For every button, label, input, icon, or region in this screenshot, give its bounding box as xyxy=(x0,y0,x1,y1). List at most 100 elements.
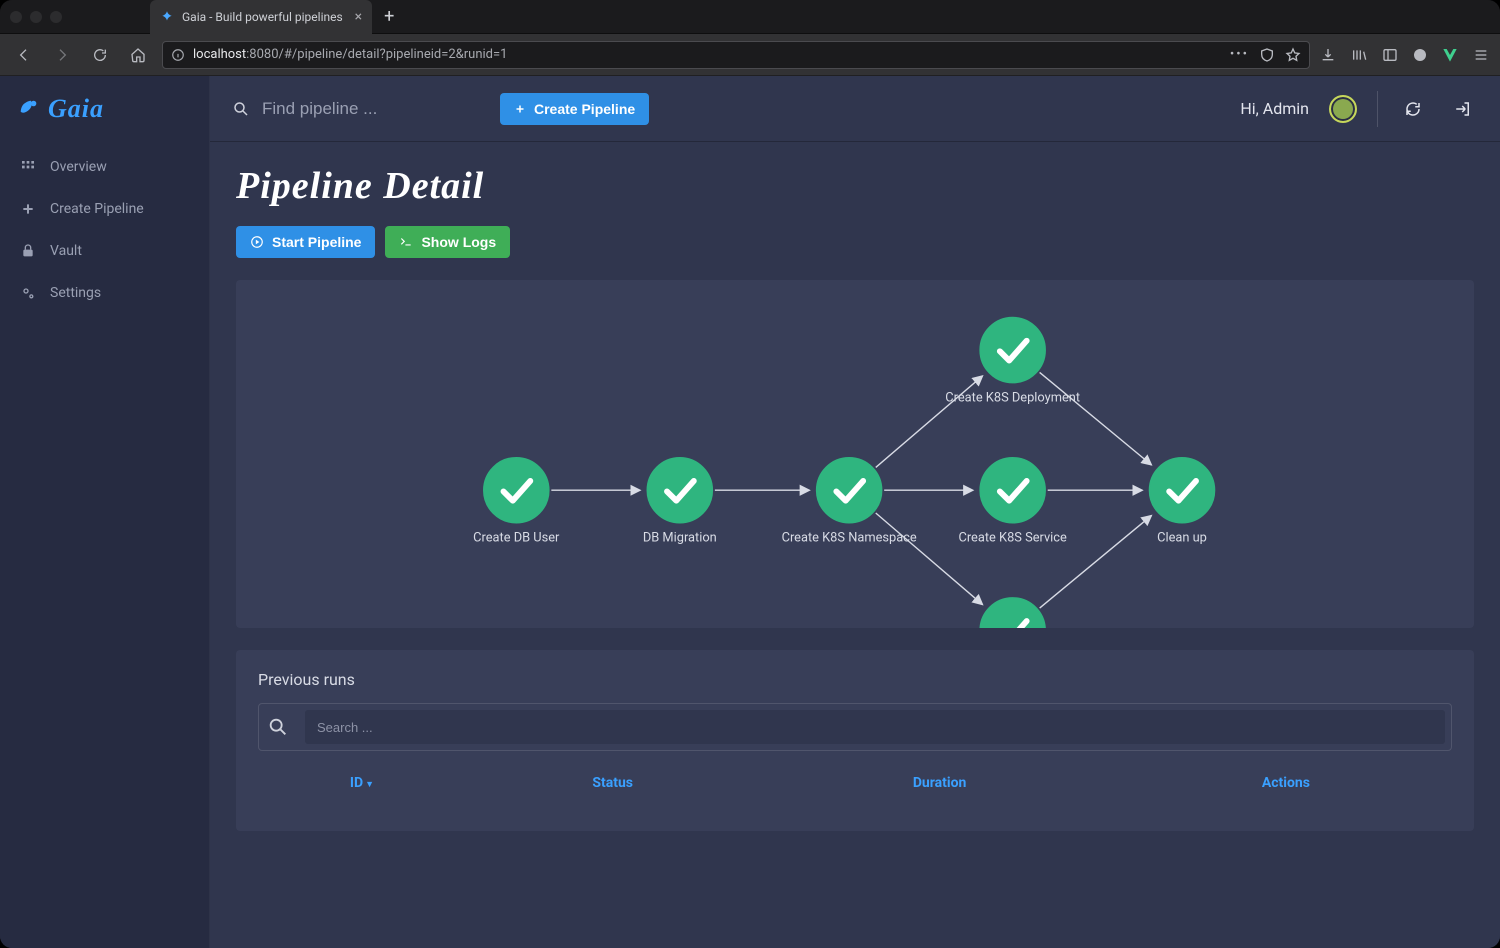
os-titlebar: Gaia - Build powerful pipelines × + xyxy=(0,0,1500,34)
window-controls[interactable] xyxy=(10,11,90,23)
refresh-icon xyxy=(1404,100,1422,118)
runs-search xyxy=(258,703,1452,751)
traffic-close[interactable] xyxy=(10,11,22,23)
divider xyxy=(1377,91,1378,127)
button-label: Create Pipeline xyxy=(534,101,635,117)
pipeline-node-label: DB Migration xyxy=(643,531,717,546)
gears-icon xyxy=(20,285,36,301)
arrow-left-icon xyxy=(16,47,32,63)
download-icon[interactable] xyxy=(1320,47,1336,63)
info-icon xyxy=(171,48,185,62)
url-text: localhost:8080/#/pipeline/detail?pipelin… xyxy=(193,47,507,62)
col-actions[interactable]: Actions xyxy=(1120,765,1452,801)
sidebar-item-create-pipeline[interactable]: Create Pipeline xyxy=(0,188,209,230)
info-solid-icon[interactable] xyxy=(1412,47,1428,63)
sidebar-item-settings[interactable]: Settings xyxy=(0,272,209,314)
url-path: /#/pipeline/detail?pipelineid=2&runid=1 xyxy=(279,47,508,62)
main: Create Pipeline Hi, Admin xyxy=(210,76,1500,948)
pipeline-node[interactable]: Clean up xyxy=(1149,458,1214,546)
pipeline-node[interactable]: Create DB User xyxy=(473,458,560,546)
logout-icon xyxy=(1454,100,1472,118)
star-icon[interactable] xyxy=(1285,47,1301,63)
more-icon[interactable]: ••• xyxy=(1230,47,1249,63)
pipeline-node-label: Create K8S Namespace xyxy=(782,531,917,546)
pipeline-node[interactable]: Create K8S Namespace xyxy=(782,458,917,546)
search-icon xyxy=(267,716,289,738)
pipeline-graph[interactable]: Create DB User DB Migration Create K8S Nam… xyxy=(236,280,1474,628)
pipeline-edge xyxy=(1040,516,1152,608)
button-label: Start Pipeline xyxy=(272,234,361,250)
shield-icon[interactable] xyxy=(1259,47,1275,63)
vue-icon[interactable] xyxy=(1442,47,1458,63)
tab-favicon xyxy=(160,10,174,24)
home-button[interactable] xyxy=(124,41,152,69)
url-host: localhost xyxy=(193,47,246,62)
sidebar-item-label: Settings xyxy=(50,285,101,301)
traffic-minimize[interactable] xyxy=(30,11,42,23)
sidebar-item-vault[interactable]: Vault xyxy=(0,230,209,272)
plus-icon xyxy=(20,201,36,217)
reload-icon xyxy=(92,47,108,63)
pipeline-node-label: Create DB User xyxy=(473,531,560,546)
grid-icon xyxy=(20,159,36,175)
button-label: Show Logs xyxy=(421,234,496,250)
pipeline-node-label: Clean up xyxy=(1157,531,1207,546)
search-icon xyxy=(232,100,250,118)
lock-icon xyxy=(20,243,36,259)
home-icon xyxy=(130,47,146,63)
brand[interactable]: Gaia xyxy=(0,76,209,142)
runs-table: ID▼ Status Duration Actions xyxy=(258,765,1452,801)
url-bar[interactable]: localhost:8080/#/pipeline/detail?pipelin… xyxy=(162,41,1310,69)
avatar[interactable] xyxy=(1329,95,1357,123)
play-circle-icon xyxy=(250,235,264,249)
reload-button[interactable] xyxy=(86,41,114,69)
terminal-icon xyxy=(399,235,413,249)
sidebar-item-label: Create Pipeline xyxy=(50,201,144,217)
sidebar-icon-toolbar[interactable] xyxy=(1382,47,1398,63)
forward-button[interactable] xyxy=(48,41,76,69)
url-port: :8080 xyxy=(246,47,278,62)
pipeline-node-label: Create K8S Service xyxy=(958,531,1067,546)
plus-icon xyxy=(514,103,526,115)
sidebar-item-label: Vault xyxy=(50,243,82,259)
search-input[interactable] xyxy=(262,99,482,119)
new-tab-button[interactable]: + xyxy=(378,4,400,29)
brand-logo-icon xyxy=(18,98,40,120)
traffic-zoom[interactable] xyxy=(50,11,62,23)
previous-runs-title: Previous runs xyxy=(258,670,1452,689)
pipeline-edge xyxy=(876,513,983,605)
greeting: Hi, Admin xyxy=(1240,99,1309,118)
runs-search-input[interactable] xyxy=(305,710,1445,744)
back-button[interactable] xyxy=(10,41,38,69)
browser-toolbar: localhost:8080/#/pipeline/detail?pipelin… xyxy=(0,34,1500,76)
page-title: Pipeline Detail xyxy=(236,164,1474,208)
arrow-right-icon xyxy=(54,47,70,63)
close-tab-icon[interactable]: × xyxy=(355,9,362,25)
browser-tab[interactable]: Gaia - Build powerful pipelines × xyxy=(150,0,372,34)
pipeline-edge xyxy=(1040,372,1152,464)
previous-runs-card: Previous runs ID▼ Status Duration xyxy=(236,650,1474,831)
col-duration[interactable]: Duration xyxy=(759,765,1119,801)
show-logs-button[interactable]: Show Logs xyxy=(385,226,510,258)
library-icon[interactable] xyxy=(1350,47,1368,63)
pipeline-node[interactable]: Create K8S Deployment xyxy=(945,317,1080,405)
app-header: Create Pipeline Hi, Admin xyxy=(210,76,1500,142)
sidebar-item-overview[interactable]: Overview xyxy=(0,146,209,188)
start-pipeline-button[interactable]: Start Pipeline xyxy=(236,226,375,258)
brand-name: Gaia xyxy=(48,94,104,124)
tab-title: Gaia - Build powerful pipelines xyxy=(182,10,343,24)
pipeline-node[interactable]: DB Migration xyxy=(643,458,717,546)
logout-button[interactable] xyxy=(1448,94,1478,124)
pipeline-node[interactable]: Create K8S Service xyxy=(958,458,1067,546)
col-id[interactable]: ID▼ xyxy=(258,765,466,801)
sidebar-item-label: Overview xyxy=(50,159,107,175)
create-pipeline-button[interactable]: Create Pipeline xyxy=(500,93,649,125)
sort-desc-icon: ▼ xyxy=(365,780,374,790)
pipeline-node-label: Create K8S Deployment xyxy=(945,390,1080,405)
col-status[interactable]: Status xyxy=(466,765,759,801)
sidebar: Gaia Overview Create Pipeline Vault xyxy=(0,76,210,948)
hamburger-icon[interactable] xyxy=(1472,47,1490,63)
refresh-button[interactable] xyxy=(1398,94,1428,124)
pipeline-node[interactable]: Create K8S Ingress xyxy=(958,598,1067,628)
pipeline-graph-card: Create DB User DB Migration Create K8S Nam… xyxy=(236,280,1474,628)
